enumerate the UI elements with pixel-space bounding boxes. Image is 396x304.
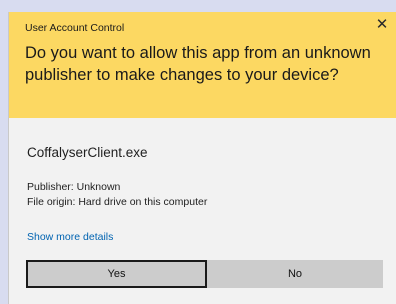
- publisher-info: Publisher: Unknown: [27, 181, 121, 193]
- file-origin-info: File origin: Hard drive on this computer: [27, 196, 208, 208]
- uac-dialog: User Account Control ✕ Do you want to al…: [8, 12, 396, 304]
- dialog-header: User Account Control ✕ Do you want to al…: [9, 12, 396, 118]
- permission-question: Do you want to allow this app from an un…: [25, 44, 371, 84]
- close-icon[interactable]: ✕: [367, 12, 396, 38]
- dialog-title: User Account Control: [25, 22, 125, 34]
- show-more-details-link[interactable]: Show more details: [27, 231, 113, 243]
- no-button[interactable]: No: [207, 260, 383, 288]
- yes-button[interactable]: Yes: [26, 260, 207, 288]
- app-name: CoffalyserClient.exe: [27, 145, 148, 160]
